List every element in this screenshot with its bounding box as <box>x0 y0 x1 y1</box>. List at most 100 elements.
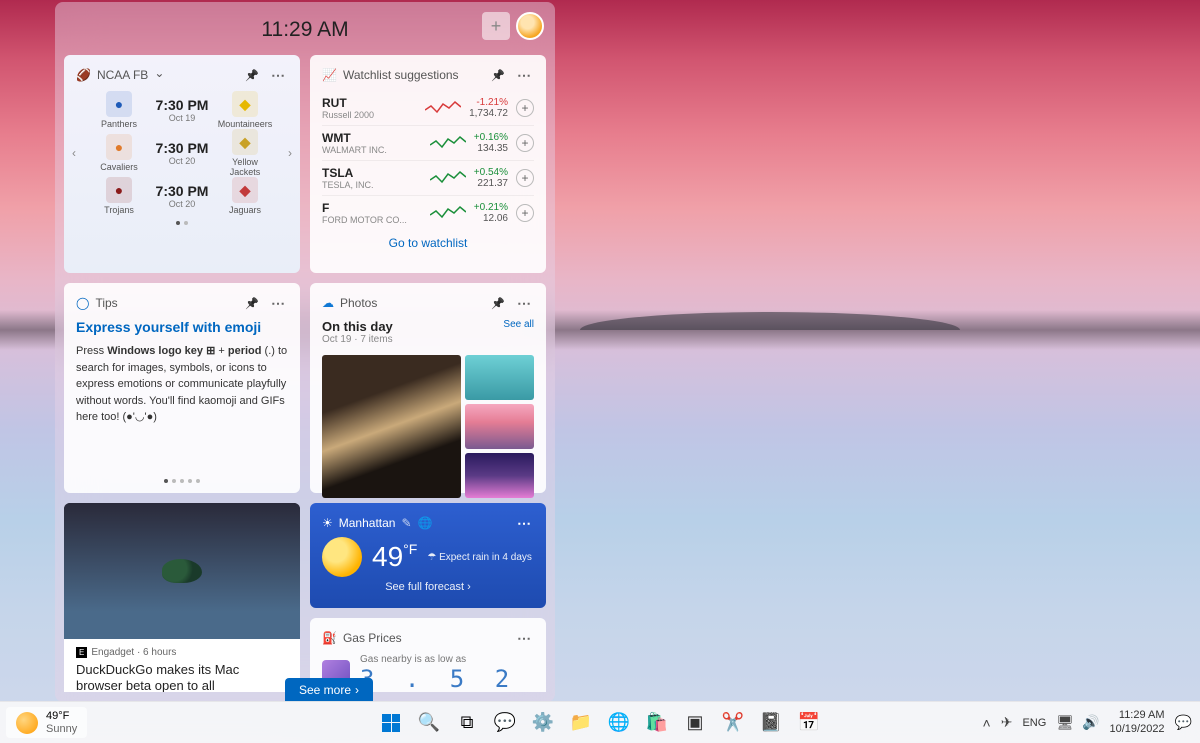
photos-header: Photos <box>340 296 377 310</box>
weather-widget[interactable]: ☀Manhattan ✎ 🌐 49°F ☂ Expect rain in 4 d… <box>310 503 546 608</box>
tips-icon: ◯ <box>76 296 89 310</box>
weather-location-row: ☀Manhattan ✎ 🌐 <box>322 513 534 533</box>
gas-header: Gas Prices <box>343 631 402 645</box>
watchlist-row[interactable]: FFORD MOTOR CO... +0.21%12.06 + <box>322 196 534 230</box>
news-source: EEngadget · 6 hours <box>76 647 288 658</box>
more-icon[interactable] <box>514 65 534 85</box>
watchlist-widget[interactable]: 📈 Watchlist suggestions RUTRussell 2000 … <box>310 55 546 273</box>
add-to-watchlist-button[interactable]: + <box>516 134 534 152</box>
system-tray: ˄ ✈ ENG 🖥 🔊 11:29 AM 10/19/2022 💬 <box>983 709 1192 735</box>
news-title: DuckDuckGo makes its Mac browser beta op… <box>76 662 288 692</box>
prev-button[interactable]: ‹ <box>66 145 82 161</box>
sports-match-row[interactable]: ●Panthers 7:30 PMOct 19 ◆Mountaineers <box>90 91 274 129</box>
task-view-button[interactable]: ⧉ <box>450 706 484 740</box>
photos-meta: Oct 19 · 7 items <box>322 334 534 345</box>
photo-thumbnail[interactable] <box>465 404 534 449</box>
see-forecast-link[interactable]: See full forecast › <box>322 581 534 593</box>
taskbar-cond: Sunny <box>46 723 77 735</box>
sparkline-icon <box>430 203 466 223</box>
home-team: ●Trojans <box>90 177 148 215</box>
see-more-button[interactable]: See more › <box>285 678 373 702</box>
calendar-button[interactable]: 📅 <box>792 706 826 740</box>
start-button[interactable] <box>374 706 408 740</box>
settings-button[interactable]: ⚙️ <box>526 706 560 740</box>
add-widget-button[interactable]: + <box>482 12 510 40</box>
match-time: 7:30 PMOct 20 <box>156 183 209 209</box>
go-to-watchlist-link[interactable]: Go to watchlist <box>322 230 534 250</box>
watchlist-row[interactable]: TSLATESLA, INC. +0.54%221.37 + <box>322 161 534 196</box>
photos-title: On this day <box>322 319 534 334</box>
sports-title: NCAA FB <box>97 68 148 82</box>
sports-match-row[interactable]: ●Trojans 7:30 PMOct 20 ◆Jaguars <box>90 177 274 215</box>
page-dots <box>76 221 288 225</box>
file-explorer-button[interactable]: 📁 <box>564 706 598 740</box>
next-button[interactable]: › <box>282 145 298 161</box>
tray-chevron-icon[interactable]: ˄ <box>983 715 991 731</box>
network-icon[interactable]: 🖥 <box>1056 714 1074 731</box>
away-team: ◆Yellow Jackets <box>216 129 274 177</box>
tips-title: Express yourself with emoji <box>76 319 288 335</box>
store-button[interactable]: 🛍️ <box>640 706 674 740</box>
globe-icon[interactable]: 🌐 <box>418 516 433 530</box>
away-team: ◆Jaguars <box>216 177 274 215</box>
sun-icon <box>16 712 38 734</box>
more-icon[interactable] <box>268 65 288 85</box>
taskbar-weather[interactable]: 49°FSunny <box>6 707 87 737</box>
pin-icon[interactable] <box>488 293 508 313</box>
add-to-watchlist-button[interactable]: + <box>516 169 534 187</box>
photos-widget[interactable]: ☁ Photos On this day Oct 19 · 7 items Se… <box>310 283 546 493</box>
edge-button[interactable]: 🌐 <box>602 706 636 740</box>
sparkline-icon <box>425 98 461 118</box>
notepad-button[interactable]: 📓 <box>754 706 788 740</box>
chat-button[interactable]: 💬 <box>488 706 522 740</box>
news-image <box>64 503 300 638</box>
see-all-link[interactable]: See all <box>503 319 534 330</box>
photo-thumbnail[interactable] <box>465 355 534 400</box>
watchlist-row[interactable]: WMTWALMART INC. +0.16%134.35 + <box>322 126 534 161</box>
location-icon[interactable]: ✈ <box>1001 714 1013 731</box>
weather-location: Manhattan <box>339 516 396 530</box>
widget-grid: 🏈 NCAA FB ‹ › ●Panthers 7:30 PMOct 19 ◆M… <box>64 55 546 692</box>
gas-msg: Gas nearby is as low as <box>360 654 517 665</box>
terminal-button[interactable]: ▣ <box>678 706 712 740</box>
chevron-down-icon[interactable] <box>154 68 164 82</box>
sports-match-row[interactable]: ●Cavaliers 7:30 PMOct 20 ◆Yellow Jackets <box>90 129 274 177</box>
taskbar-clock[interactable]: 11:29 AM 10/19/2022 <box>1110 709 1165 735</box>
match-time: 7:30 PMOct 19 <box>156 97 209 123</box>
news-widget[interactable]: EEngadget · 6 hours DuckDuckGo makes its… <box>64 503 300 692</box>
watchlist-row[interactable]: RUTRussell 2000 -1.21%1,734.72 + <box>322 91 534 126</box>
pin-icon[interactable] <box>488 65 508 85</box>
search-button[interactable]: 🔍 <box>412 706 446 740</box>
more-icon[interactable] <box>514 513 534 533</box>
more-icon[interactable] <box>514 628 534 648</box>
sports-widget[interactable]: 🏈 NCAA FB ‹ › ●Panthers 7:30 PMOct 19 ◆M… <box>64 55 300 273</box>
pin-icon[interactable] <box>242 293 262 313</box>
photo-thumbnail[interactable] <box>465 453 534 498</box>
language-indicator[interactable]: ENG <box>1022 717 1046 729</box>
widgets-header: 11:29 AM + <box>64 12 546 47</box>
onedrive-icon: ☁ <box>322 296 334 310</box>
add-to-watchlist-button[interactable]: + <box>516 99 534 117</box>
add-to-watchlist-button[interactable]: + <box>516 204 534 222</box>
page-dots <box>64 479 300 483</box>
tips-header: Tips <box>95 296 117 310</box>
taskbar-temp: 49°F <box>46 710 77 722</box>
weather-condition-icon <box>322 537 362 577</box>
notifications-icon[interactable]: 💬 <box>1175 714 1192 731</box>
photo-thumbnail[interactable] <box>322 355 461 498</box>
more-icon[interactable] <box>268 293 288 313</box>
user-avatar[interactable] <box>516 12 544 40</box>
taskbar-center: 🔍 ⧉ 💬 ⚙️ 📁 🌐 🛍️ ▣ ✂️ 📓 📅 <box>374 706 826 740</box>
gas-price: 3 . 5 2 <box>360 665 517 692</box>
weather-temp: 49 <box>372 541 403 572</box>
watchlist-title: Watchlist suggestions <box>343 68 459 82</box>
sports-icon: 🏈 <box>76 68 91 82</box>
edit-icon[interactable]: ✎ <box>401 516 411 530</box>
tips-widget[interactable]: ◯ Tips Express yourself with emoji Press… <box>64 283 300 493</box>
volume-icon[interactable]: 🔊 <box>1082 714 1099 731</box>
home-team: ●Panthers <box>90 91 148 129</box>
photo-grid[interactable] <box>322 355 534 498</box>
more-icon[interactable] <box>514 293 534 313</box>
pin-icon[interactable] <box>242 65 262 85</box>
snipping-button[interactable]: ✂️ <box>716 706 750 740</box>
